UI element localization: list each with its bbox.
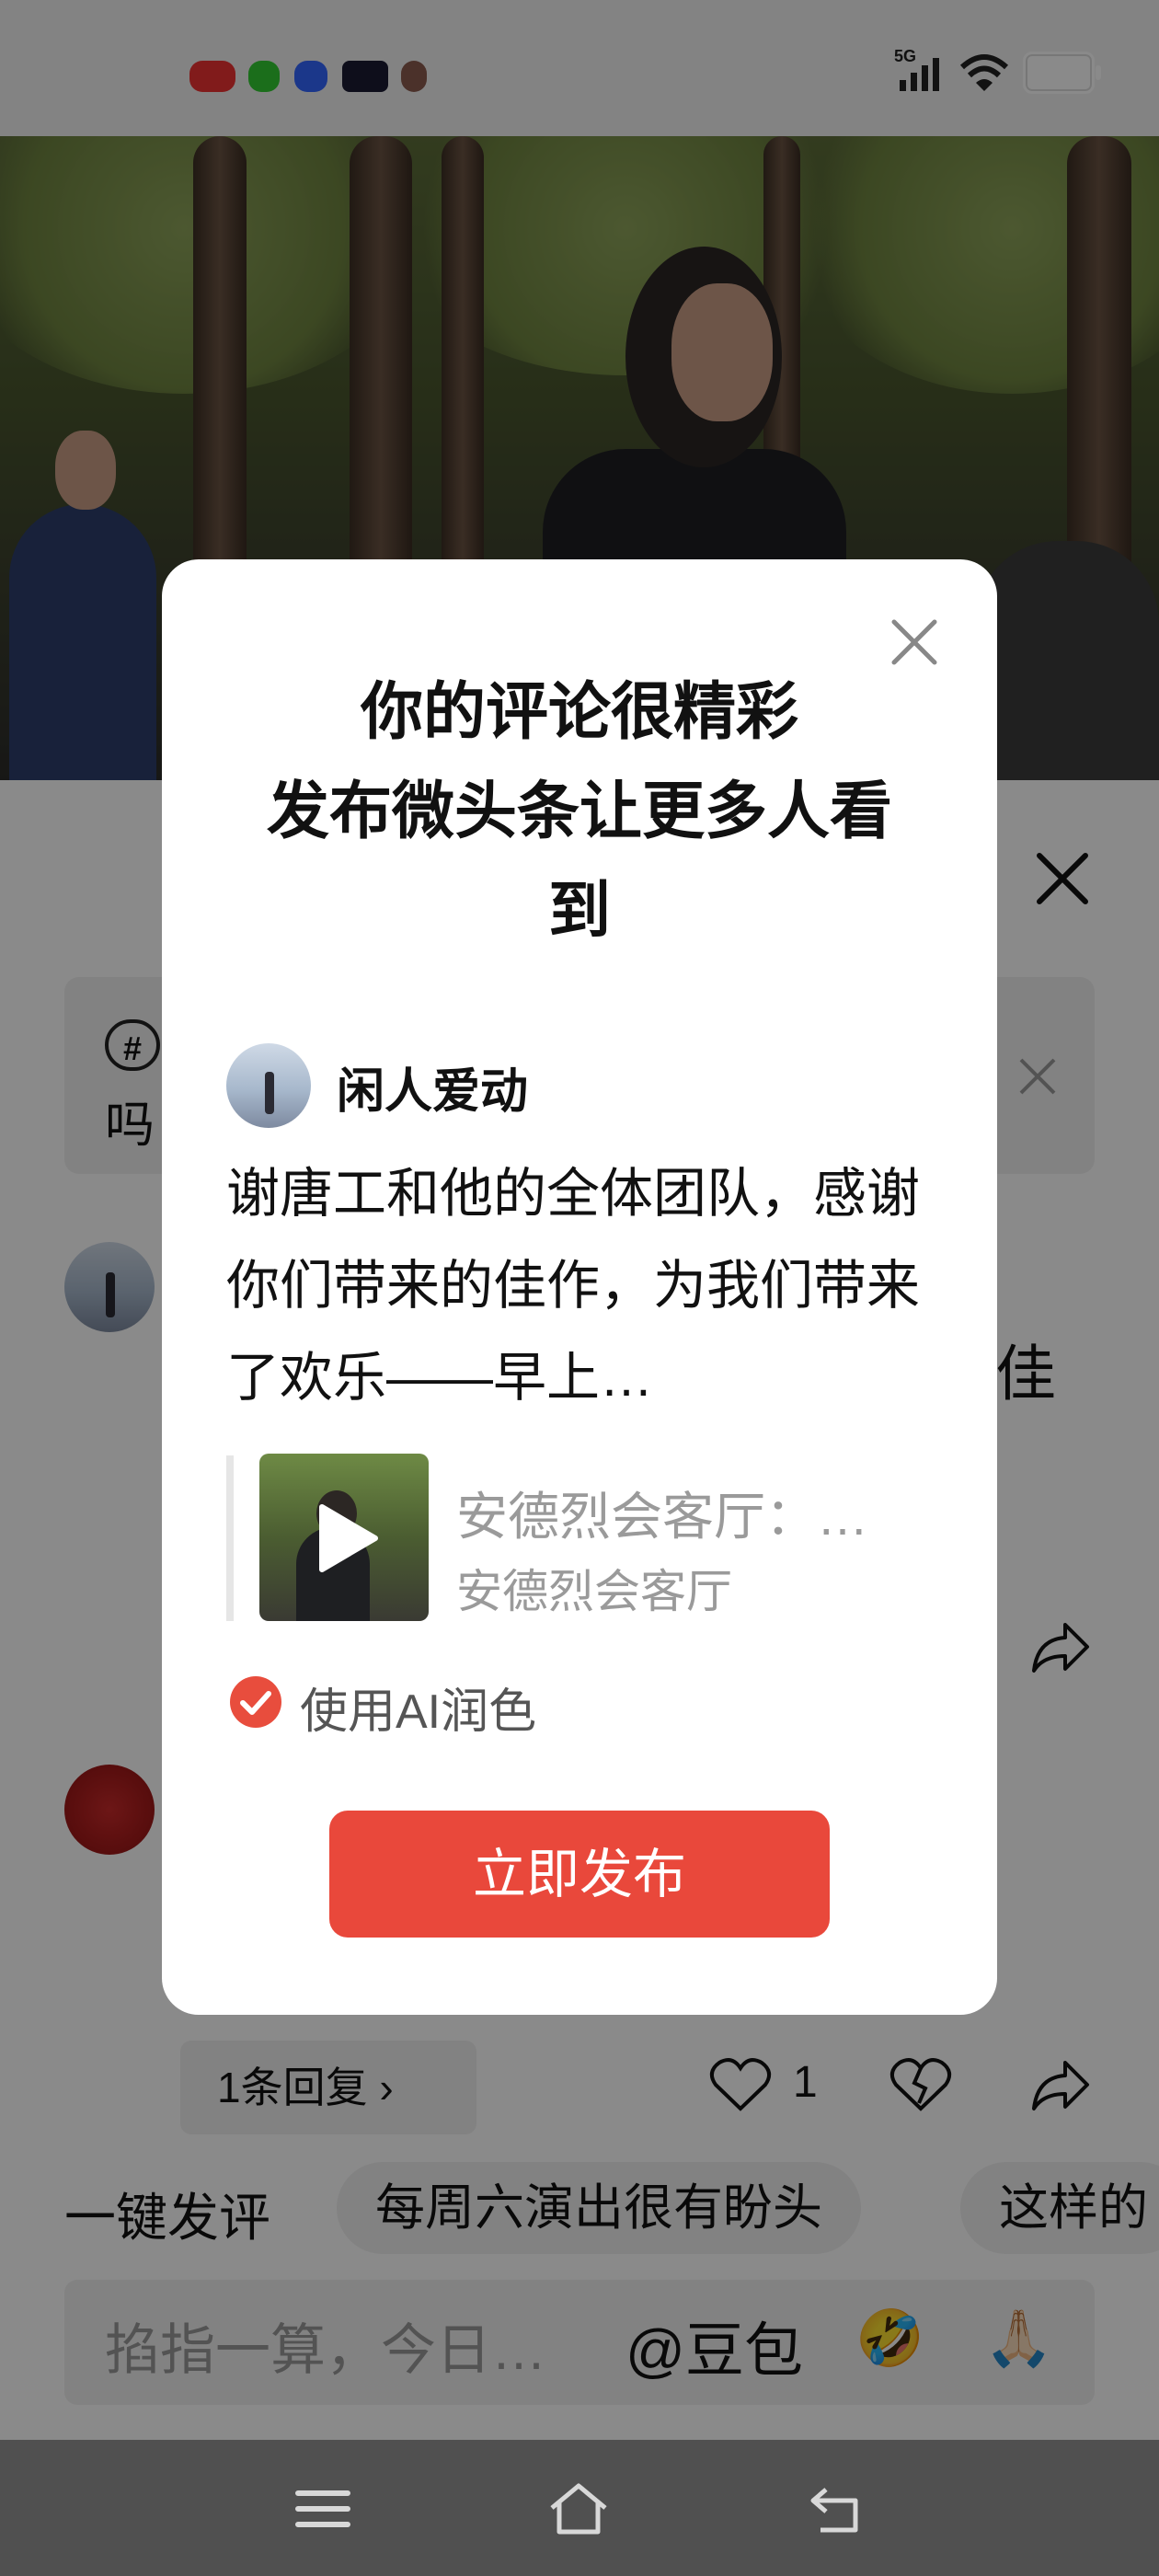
publish-button[interactable]: 立即发布 — [329, 1811, 830, 1938]
linked-video-title: 安德烈会客厅：… — [456, 1488, 868, 1546]
dialog-title-line: 到 — [547, 876, 611, 946]
dialog-title: 你的评论很精彩 发布微头条让更多人看 到 — [184, 662, 975, 960]
avatar — [226, 1043, 311, 1128]
back-icon[interactable] — [804, 2480, 868, 2537]
dialog-title-line: 你的评论很精彩 — [360, 677, 798, 747]
ai-polish-checkbox[interactable] — [230, 1676, 281, 1728]
checkmark-icon — [240, 1691, 271, 1715]
linked-video-author: 安德烈会客厅 — [456, 1566, 732, 1617]
dialog-title-line: 发布微头条让更多人看 — [266, 776, 892, 846]
quote-bar — [226, 1455, 234, 1621]
user-name: 闲人爱动 — [337, 1065, 529, 1119]
menu-icon[interactable] — [291, 2480, 355, 2537]
ai-polish-label[interactable]: 使用AI润色 — [300, 1673, 536, 1742]
home-icon[interactable] — [546, 2480, 611, 2537]
play-icon — [319, 1504, 378, 1572]
comment-preview-text: 谢唐工和他的全体团队，感谢你们带来的佳作，为我们带来了欢乐——早上… — [226, 1164, 921, 1408]
